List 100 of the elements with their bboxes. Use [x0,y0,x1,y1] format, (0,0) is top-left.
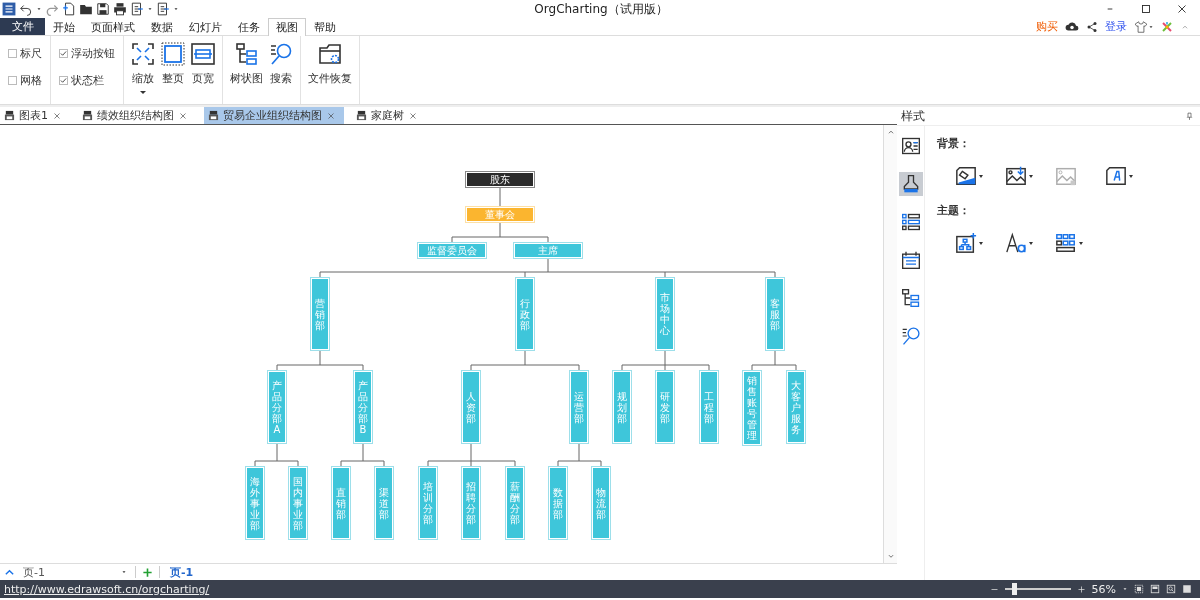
ribbon-button-label[interactable]: 搜索 [270,71,292,86]
fullscreen-icon[interactable] [1182,584,1192,594]
search-icon[interactable] [269,42,293,66]
menu-tab[interactable]: 帮助 [306,18,344,35]
maximize-icon[interactable] [1139,2,1153,16]
font-icon[interactable] [1005,232,1027,254]
zoom-in-icon[interactable] [1076,584,1086,594]
search-icon[interactable] [900,326,921,346]
folder-icon[interactable] [79,2,93,16]
ribbon-button-label[interactable]: 页宽 [192,71,214,86]
checkbox[interactable] [59,49,68,58]
menu-tab[interactable]: 页面样式 [83,18,143,35]
panel-title: 样式 [901,107,925,125]
caret-icon[interactable] [140,91,146,94]
document-tab[interactable]: 家庭树 [352,107,426,124]
document-export-icon[interactable] [156,2,170,16]
calendar-panel-icon[interactable] [900,250,921,270]
caret-icon[interactable] [147,6,153,12]
menu-tab[interactable]: 开始 [45,18,83,35]
org-chart-node: 营销部 [310,277,330,351]
printer-icon[interactable] [113,2,127,16]
caret-icon[interactable] [1079,241,1083,245]
document-tab-label[interactable]: 家庭树 [371,108,404,123]
caret-icon[interactable] [979,174,983,178]
ribbon-button-label[interactable]: 整页 [162,71,184,86]
caret-icon[interactable] [173,6,179,12]
tree-view-icon[interactable] [234,42,259,66]
document-tab[interactable]: 图表1 [0,107,70,124]
section-heading: 主题： [937,203,971,218]
caret-icon[interactable] [979,241,983,245]
caret-icon[interactable] [1029,241,1033,245]
shirt-icon[interactable] [1134,19,1148,34]
page-width-icon[interactable] [191,42,215,66]
document-tab-label[interactable]: 图表1 [19,108,48,123]
file-menu-tab[interactable]: 文件 [0,18,45,35]
grid-layout-icon[interactable] [1055,232,1077,254]
org-chart-node: 培训分部 [418,466,438,540]
connector-line [254,443,299,467]
org-chart-node: 海外事业部 [245,466,265,540]
list-icon[interactable] [900,212,921,232]
ribbon-button-label[interactable]: 缩放 [132,71,154,86]
org-chart-node: 市场中心 [655,277,675,351]
zoom-arrows-icon[interactable] [131,42,155,66]
tree-view-icon[interactable] [900,288,921,308]
export-icon[interactable] [130,2,144,16]
text-style-icon[interactable] [1105,165,1127,187]
app-logo-icon[interactable] [2,2,16,16]
menu-tab[interactable]: 幻灯片 [181,18,230,35]
document-tab[interactable]: 贸易企业组织结构图 [204,107,344,124]
checkbox-label: 网格 [20,73,42,88]
document-tab-label[interactable]: 绩效组织结构图 [97,108,174,123]
contact-card-icon[interactable] [900,136,921,156]
ribbon-button-label[interactable]: 树状图 [230,71,263,86]
undo-icon[interactable] [19,2,33,16]
checkbox[interactable] [8,76,17,85]
menu-tab[interactable]: 视图 [268,18,306,36]
caret-icon [121,569,127,575]
org-chart-node: 工程部 [699,370,719,444]
org-chart-node: 行政部 [515,277,535,351]
fit-window-icon[interactable] [1134,584,1144,594]
org-chart-add-icon[interactable] [955,232,977,254]
save-icon[interactable] [96,2,110,16]
org-chart-node: 渠道部 [374,466,394,540]
buy-link[interactable]: 购买 [1036,19,1058,34]
chart-icon [82,110,93,121]
chart-icon [208,110,219,121]
checkbox[interactable] [8,49,17,58]
check-icon [60,50,67,57]
org-chart-node: 运营部 [569,370,589,444]
org-chart-node: 产品分部A [267,370,287,444]
chart-icon [356,110,367,121]
checkbox[interactable] [59,76,68,85]
document-tab[interactable]: 绩效组织结构图 [78,107,196,124]
org-chart-node: 物流部 [591,466,611,540]
paint-bucket-icon[interactable] [955,165,977,187]
org-chart-node: 产品分部B [353,370,373,444]
folder-gear-icon[interactable] [318,42,342,66]
page-tab[interactable]: 页-1 [166,564,198,580]
ribbon-button-label[interactable]: 文件恢复 [308,71,352,86]
image-download-icon[interactable] [1005,165,1027,187]
pin-icon[interactable] [1185,111,1194,121]
fit-page-icon[interactable] [161,42,185,66]
colorful-logo-icon[interactable] [1161,20,1173,33]
website-link[interactable]: http://www.edrawsoft.cn/orgcharting/ [4,582,210,596]
menu-tab[interactable]: 任务 [230,18,268,35]
page-dropdown[interactable]: 页-1 [21,565,129,579]
new-document-icon[interactable] [62,2,76,16]
add-page-icon[interactable] [142,566,153,578]
caret-icon[interactable] [36,6,42,12]
menu-tab[interactable]: 数据 [143,18,181,35]
caret-icon[interactable] [1148,23,1154,30]
org-chart-node: 招聘分部 [461,466,481,540]
document-tab-label[interactable]: 贸易企业组织结构图 [223,108,322,123]
caret-icon[interactable] [1029,174,1033,178]
login-link[interactable]: 登录 [1105,19,1127,34]
zoom-select-icon[interactable] [1166,584,1176,594]
org-chart-node: 董事会 [465,206,535,223]
caret-icon[interactable] [1129,174,1133,178]
share-icon[interactable] [1086,20,1098,33]
slider-thumb[interactable] [1012,583,1018,595]
